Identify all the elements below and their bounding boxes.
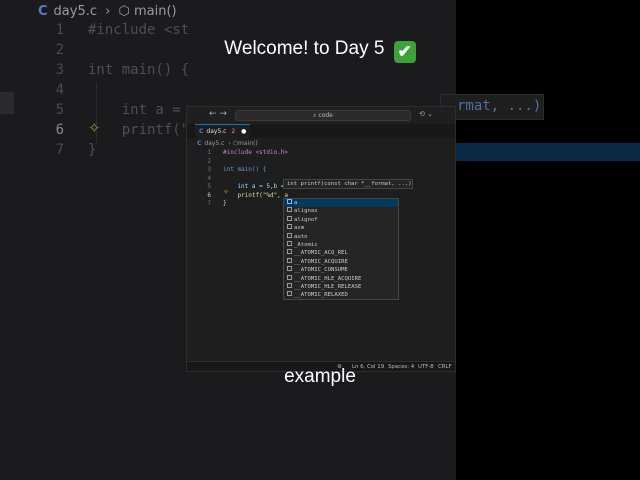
line-number: 6 [55, 122, 64, 138]
suggestion-label: alignas [294, 208, 318, 215]
line-number: 1 [55, 22, 64, 38]
suggestion-label: __ATOMIC_ACQ_REL [294, 250, 348, 257]
code-line: #include <st [88, 22, 190, 38]
signature-hint: int printf(const char *__format, ...) [283, 179, 413, 189]
suggestion-item[interactable]: __ATOMIC_ACQUIRE [284, 257, 398, 266]
macro-icon [287, 249, 292, 255]
suggestion-item[interactable]: __ATOMIC_ACQ_REL [284, 249, 398, 257]
keyword-icon [287, 232, 292, 238]
title-bar: ← → ⌕ code ⟲ ⌄ [187, 107, 455, 124]
suggestion-label: a [294, 200, 298, 206]
editor-window: ← → ⌕ code ⟲ ⌄ Cday5.c 2 ● Cday5.c › ⬡mai… [186, 106, 456, 372]
suggestion-item[interactable]: a [284, 199, 398, 208]
code-line: int main() { [88, 62, 190, 78]
code-line: int a = [88, 102, 181, 118]
macro-icon [287, 266, 292, 272]
check-mark-icon: ✔ [393, 41, 416, 63]
suggestion-label: __ATOMIC_HLE_ACQUIRE [294, 275, 362, 282]
tab-day5[interactable]: Cday5.c 2 ● [195, 124, 251, 139]
keyword-icon [287, 241, 292, 246]
code-line: printf(" [88, 122, 190, 138]
background-right [456, 0, 640, 480]
c-file-icon: C [197, 140, 202, 147]
line-number: 3 [207, 166, 211, 173]
macro-icon [287, 257, 292, 263]
breadcrumb-symbol[interactable]: main() [238, 140, 258, 147]
variable-icon [287, 199, 292, 204]
lightbulb-icon: ✧ [88, 119, 101, 137]
suggestion-label: asm [294, 225, 305, 232]
suggestion-item[interactable]: asm [284, 224, 398, 232]
code-line: } [88, 142, 97, 158]
keyword-icon [287, 207, 292, 213]
breadcrumb-file[interactable]: day5.c [204, 140, 224, 147]
background-selection [456, 143, 640, 161]
c-file-icon: C [38, 4, 48, 19]
nav-arrows[interactable]: ← → [209, 109, 227, 119]
c-file-icon: C [199, 128, 204, 135]
tab-label: day5.c [206, 128, 227, 135]
line-highlight [0, 92, 14, 114]
search-placeholder: code [318, 112, 333, 119]
line-number: 4 [207, 174, 211, 182]
line-number: 5 [55, 102, 64, 118]
command-search-input[interactable]: ⌕ code [235, 110, 411, 121]
line-number: 1 [207, 149, 211, 156]
keyword-icon [287, 215, 292, 221]
line-number: 4 [55, 82, 64, 98]
suggestion-item[interactable]: alignof [284, 215, 398, 224]
suggestion-item[interactable]: auto [284, 232, 398, 241]
suggestion-label: auto [294, 233, 308, 240]
code-line[interactable]: printf("%d", a [223, 192, 288, 199]
line-number: 6 [207, 191, 211, 199]
suggestion-item[interactable]: __ATOMIC_HLE_ACQUIRE [284, 274, 398, 283]
copilot-icon[interactable]: ⟲ ⌄ [419, 110, 433, 118]
suggestion-label: alignof [294, 216, 318, 223]
breadcrumb-file: day5.c [53, 4, 98, 19]
line-number: 7 [55, 142, 64, 158]
line-number: 2 [207, 157, 211, 165]
macro-icon [287, 283, 292, 288]
unsaved-dot-icon[interactable]: ● [241, 128, 246, 135]
tab-problem-count: 2 [231, 128, 236, 135]
macro-icon [287, 291, 292, 297]
line-number: 3 [55, 62, 64, 78]
keyword-icon [287, 224, 292, 230]
suggestion-label: __ATOMIC_ACQUIRE [294, 258, 348, 265]
suggestion-item[interactable]: __ATOMIC_HLE_RELEASE [284, 283, 398, 291]
line-number: 7 [207, 200, 211, 207]
background-breadcrumb: Cday5.c › ⬡ main() [38, 4, 177, 19]
code-line[interactable]: int main() { [223, 166, 266, 173]
tab-bar: Cday5.c 2 ● [187, 124, 455, 139]
video-title: Welcome! to Day 5 ✔ [0, 38, 640, 63]
title-text: Welcome! to Day 5 [224, 38, 385, 59]
lightbulb-icon[interactable]: ✧ [223, 188, 229, 196]
line-number: 5 [207, 183, 211, 190]
code-line[interactable]: #include <stdio.h> [223, 149, 288, 156]
suggestion-list: a alignas alignof asm auto _Atomic __ATO… [283, 198, 399, 300]
code-line[interactable]: int a = 5,b = [223, 183, 284, 190]
suggestion-label: __ATOMIC_HLE_RELEASE [294, 284, 362, 290]
macro-icon [287, 274, 292, 280]
suggestion-item[interactable]: __ATOMIC_CONSUME [284, 266, 398, 274]
suggestion-label: __ATOMIC_CONSUME [294, 267, 348, 274]
suggestion-item[interactable]: _Atomic [284, 241, 398, 249]
suggestion-label: __ATOMIC_RELAXED [294, 292, 348, 299]
suggestion-item[interactable]: alignas [284, 207, 398, 215]
code-line[interactable]: } [223, 200, 227, 207]
cube-icon: ⬡ [118, 4, 130, 19]
suggestion-item[interactable]: __ATOMIC_RELAXED [284, 291, 398, 299]
breadcrumb: Cday5.c › ⬡main() [197, 140, 258, 147]
suggestion-label: _Atomic [294, 242, 318, 248]
video-caption: example [284, 366, 356, 387]
breadcrumb-symbol: main() [134, 4, 177, 19]
